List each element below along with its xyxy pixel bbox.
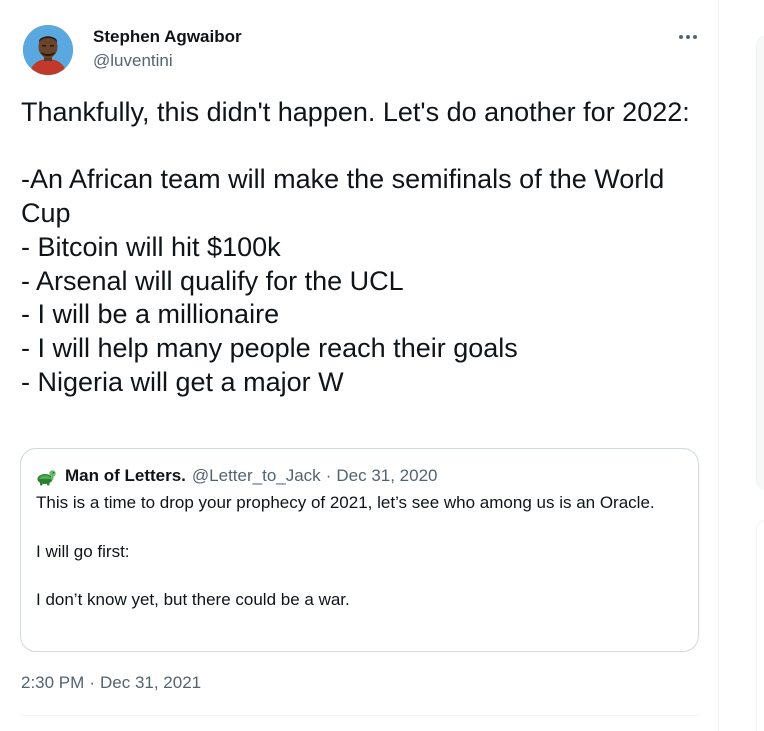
tweet-detail: Stephen Agwaibor @luventini Thankfully, … [0,0,719,731]
quoted-tweet[interactable]: Man of Letters. @Letter_to_Jack · Dec 31… [20,448,699,652]
tweet-timestamp[interactable]: 2:30 PM · Dec 31, 2021 [21,673,201,693]
dot-separator: · [89,673,95,692]
quoted-date: Dec 31, 2020 [336,466,438,485]
quoted-author-name: Man of Letters. [65,466,186,485]
quoted-tweet-text: This is a time to drop your prophecy of … [36,493,655,610]
dot-separator: · [325,466,332,485]
more-dot-icon [686,35,690,39]
author-name[interactable]: Stephen Agwaibor [93,27,242,47]
tweet-date[interactable]: Dec 31, 2021 [100,673,201,692]
avatar[interactable] [23,25,73,75]
more-dot-icon [693,35,697,39]
quoted-author-handle: @Letter_to_Jack [191,466,321,485]
sidebar-panel [756,36,764,490]
author-handle[interactable]: @luventini [93,51,173,71]
tweet-time[interactable]: 2:30 PM [21,673,84,692]
turtle-avatar-icon [37,470,56,486]
page: Stephen Agwaibor @luventini Thankfully, … [0,0,764,731]
more-dot-icon [679,35,683,39]
quoted-tweet-header: Man of Letters. @Letter_to_Jack · Dec 31… [36,465,438,487]
tweet-text: Thankfully, this didn't happen. Let's do… [21,97,690,397]
sidebar-panel-secondary [756,520,764,731]
more-options-button[interactable] [668,26,708,48]
divider [20,715,700,716]
person-avatar-icon [23,25,73,75]
